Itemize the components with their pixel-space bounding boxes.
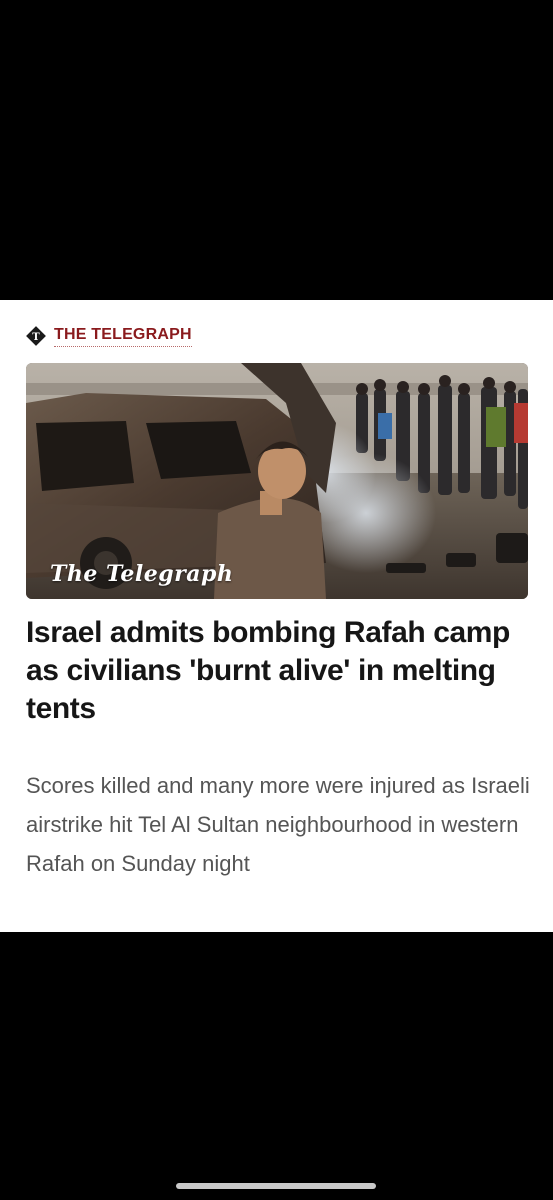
image-watermark: The Telegraph [50,561,234,587]
article-headline[interactable]: Israel admits bombing Rafah camp as civi… [26,614,531,728]
home-indicator[interactable] [176,1183,376,1189]
telegraph-diamond-logo-icon: T [26,326,46,346]
article-card[interactable]: T THE TELEGRAPH The Telegraph Israel adm… [0,300,553,932]
top-black-area [0,0,553,300]
article-summary: Scores killed and many more were injured… [26,773,530,876]
source-name[interactable]: THE TELEGRAPH [54,326,192,347]
svg-text:T: T [32,332,40,343]
bottom-black-area [0,932,553,1200]
source-row[interactable]: T THE TELEGRAPH [26,324,192,348]
article-image[interactable]: The Telegraph [26,363,528,599]
